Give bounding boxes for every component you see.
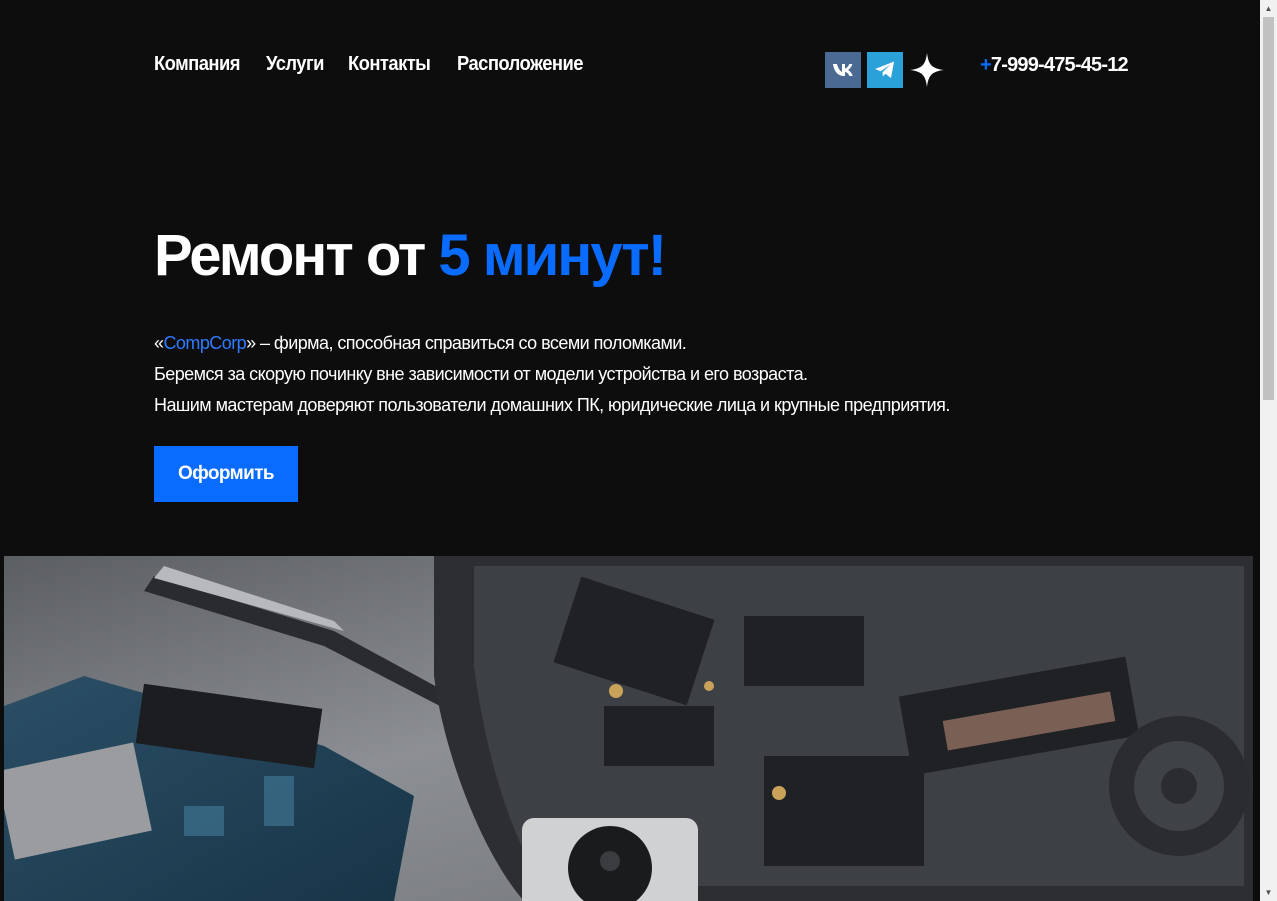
nav-item-services[interactable]: Услуги [266, 53, 324, 76]
vertical-scrollbar[interactable]: ▲ ▼ [1260, 0, 1277, 901]
hero-title-main: Ремонт от [154, 223, 439, 288]
social-links [825, 52, 945, 88]
hero-title: Ремонт от 5 минут! [154, 222, 667, 289]
hero-line-2: Беремся за скорую починку вне зависимост… [154, 364, 808, 384]
hero-line-3: Нашим мастерам доверяют пользователи дом… [154, 395, 950, 415]
nav-item-location[interactable]: Расположение [457, 53, 583, 76]
nav-item-company[interactable]: Компания [154, 53, 240, 76]
hero-title-accent: 5 минут! [438, 223, 667, 288]
scroll-up-arrow-icon[interactable]: ▲ [1260, 0, 1277, 17]
vk-icon[interactable] [825, 52, 861, 88]
phone-digits: 7-999-475-45-12 [990, 54, 1129, 76]
star-logo-icon[interactable] [909, 52, 945, 88]
order-button[interactable]: Оформить [154, 446, 298, 502]
hero-line-1: «CompCorp» – фирма, способная справиться… [154, 328, 950, 359]
hero-description: «CompCorp» – фирма, способная справиться… [154, 328, 950, 421]
scrollbar-thumb[interactable] [1263, 17, 1274, 400]
page: Компания Услуги Контакты Расположение +7… [0, 0, 1260, 901]
scroll-down-arrow-icon[interactable]: ▼ [1260, 884, 1277, 901]
phone-number[interactable]: +7-999-475-45-12 [980, 54, 1129, 77]
hero-line-1-rest: » – фирма, способная справиться со всеми… [246, 333, 687, 353]
phone-plus: + [980, 54, 992, 76]
telegram-icon[interactable] [867, 52, 903, 88]
main-nav: Компания Услуги Контакты Расположение [154, 53, 594, 76]
nav-item-contacts[interactable]: Контакты [348, 53, 431, 76]
brand-name: CompCorp [163, 333, 247, 353]
hero-image [4, 556, 1253, 901]
